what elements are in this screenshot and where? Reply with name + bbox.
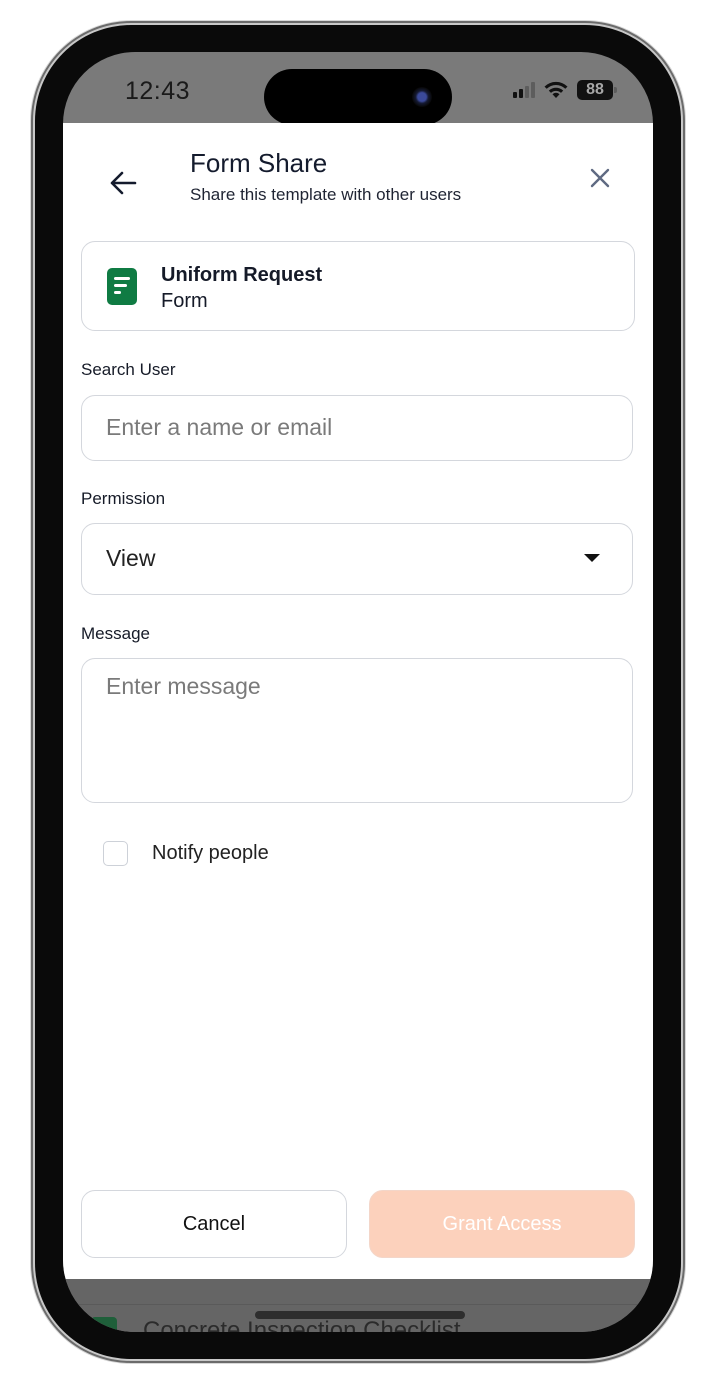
home-indicator[interactable]: [255, 1311, 465, 1319]
back-button[interactable]: [103, 163, 143, 203]
message-textarea[interactable]: [82, 659, 632, 799]
search-user-input[interactable]: [82, 396, 632, 459]
page-title: Form Share: [190, 148, 328, 178]
arrow-left-icon: [110, 171, 137, 195]
message-label: Message: [81, 624, 150, 643]
background-list-item: Concrete Inspection Checklist: [143, 1317, 461, 1332]
template-type: Form: [161, 290, 208, 312]
sheet-header: Form Share Share this template with othe…: [63, 123, 653, 233]
search-user-field[interactable]: [81, 395, 633, 461]
status-time: 12:43: [125, 77, 191, 105]
message-field[interactable]: [81, 658, 633, 803]
page-subtitle: Share this template with other users: [190, 185, 462, 204]
form-document-icon: [107, 268, 137, 305]
close-button[interactable]: [581, 159, 619, 197]
background-list: Concrete Inspection Checklist: [63, 1279, 653, 1332]
close-icon: [590, 168, 610, 188]
status-icons: 88: [513, 80, 617, 100]
divider: [63, 1304, 653, 1305]
search-user-label: Search User: [81, 360, 176, 379]
cellular-signal-icon: [513, 82, 535, 98]
permission-select[interactable]: View: [81, 523, 633, 595]
wifi-icon: [544, 81, 568, 98]
template-card: Uniform Request Form: [81, 241, 635, 331]
permission-label: Permission: [81, 489, 166, 508]
camera-icon: [412, 87, 432, 107]
caret-down-icon: [584, 554, 600, 562]
permission-selected-value: View: [106, 545, 156, 571]
form-document-icon: [91, 1317, 117, 1332]
battery-icon: 88: [577, 80, 617, 100]
status-bar: 12:43 88: [63, 52, 653, 125]
notify-people-checkbox[interactable]: [103, 841, 128, 866]
grant-access-button[interactable]: Grant Access: [369, 1190, 635, 1258]
form-share-sheet: Form Share Share this template with othe…: [63, 123, 653, 1279]
dynamic-island: [264, 69, 452, 125]
notify-people-toggle[interactable]: Notify people: [103, 841, 269, 866]
cancel-button[interactable]: Cancel: [81, 1190, 347, 1258]
notify-people-label: Notify people: [152, 842, 269, 864]
template-name: Uniform Request: [161, 264, 323, 286]
phone-screen: 12:43 88 Form Share Share this template …: [63, 52, 653, 1332]
power-button: [681, 450, 686, 606]
